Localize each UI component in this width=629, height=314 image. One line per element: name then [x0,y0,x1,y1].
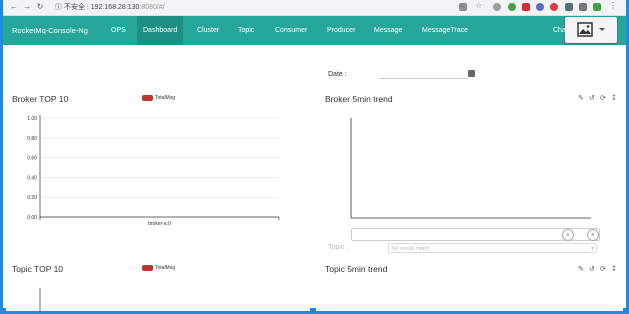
zoom-reset-icon[interactable]: ↺ [589,266,596,273]
restore-icon[interactable]: ⟳ [600,266,607,273]
zoom-icon[interactable]: ✎ [578,266,585,273]
topic-top-chart [39,288,41,311]
download-icon[interactable]: ↧ [611,266,618,273]
topic-trend-title: Topic 5min trend [325,264,388,274]
